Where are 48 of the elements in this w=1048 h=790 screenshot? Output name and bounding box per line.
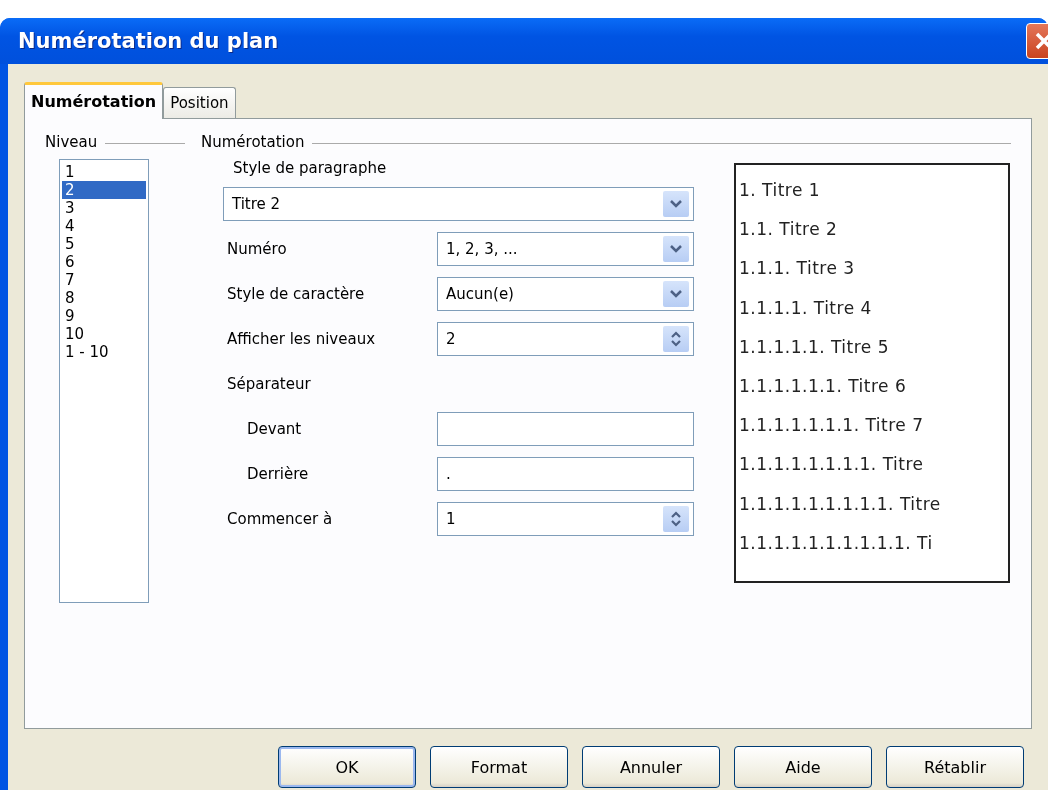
dialog-button[interactable]: Annuler xyxy=(582,746,720,788)
preview-line: 1.1.1.1.1.1.1.1.1.1. Ti xyxy=(739,531,934,555)
input-field[interactable] xyxy=(437,412,694,446)
level-item[interactable]: 1 - 10 xyxy=(62,343,146,361)
section-label: Séparateur xyxy=(227,375,311,393)
field-label: Style de caractère xyxy=(227,285,366,303)
field-label: Style de paragraphe xyxy=(233,159,388,177)
level-item[interactable]: 3 xyxy=(62,199,146,217)
level-item[interactable]: 10 xyxy=(62,325,146,343)
spin-field[interactable]: 2 xyxy=(437,322,694,356)
spin-field[interactable]: 1 xyxy=(437,502,694,536)
dropdown-field[interactable]: Titre 2 xyxy=(223,187,694,221)
field-label: Devant xyxy=(246,420,303,438)
level-item[interactable]: 6 xyxy=(62,253,146,271)
dialog-button[interactable]: Aide xyxy=(734,746,872,788)
level-item[interactable]: 7 xyxy=(62,271,146,289)
preview-line: 1.1.1.1.1.1.1. Titre 7 xyxy=(739,414,925,438)
field-label: Commencer à xyxy=(227,510,334,528)
window-title: Numérotation du plan xyxy=(18,29,279,53)
level-item[interactable]: 4 xyxy=(62,217,146,235)
dialog-button[interactable]: Rétablir xyxy=(886,746,1024,788)
preview-line: 1.1.1. Titre 3 xyxy=(739,257,856,281)
dropdown-field[interactable]: 1, 2, 3, ... xyxy=(437,232,694,266)
spin-arrows-icon[interactable] xyxy=(663,506,689,532)
input-field[interactable]: . xyxy=(437,457,694,491)
preview-line: 1.1.1.1.1.1. Titre 6 xyxy=(739,375,908,398)
preview-line: 1.1.1.1.1. Titre 5 xyxy=(739,335,891,359)
level-item[interactable]: 8 xyxy=(62,289,146,307)
group-title: Niveau xyxy=(45,133,98,151)
preview-line: 1.1. Titre 2 xyxy=(739,218,839,242)
field-label: Afficher les niveaux xyxy=(227,330,376,348)
dialog-button[interactable]: OK xyxy=(278,746,416,788)
dropdown-field[interactable]: Aucun(e) xyxy=(437,277,694,311)
field-label: Numéro xyxy=(227,240,288,258)
level-item[interactable]: 2 xyxy=(62,181,146,199)
group-title: Numérotation xyxy=(201,133,305,151)
level-item[interactable]: 1 xyxy=(62,163,146,181)
preview-line: 1.1.1.1.1.1.1.1.1. Titre xyxy=(739,492,942,516)
tab[interactable]: Position xyxy=(163,87,236,118)
dialog-button[interactable]: Format xyxy=(430,746,568,788)
spin-arrows-icon[interactable] xyxy=(663,326,689,352)
level-item[interactable]: 9 xyxy=(62,307,146,325)
preview-line: 1.1.1.1.1.1.1.1. Titre xyxy=(739,453,925,477)
preview-line: 1.1.1.1. Titre 4 xyxy=(739,296,873,320)
preview-line: 1. Titre 1 xyxy=(739,179,822,202)
tab[interactable]: Numérotation xyxy=(24,82,164,119)
field-label: Derrière xyxy=(246,465,310,483)
level-item[interactable]: 5 xyxy=(62,235,146,253)
